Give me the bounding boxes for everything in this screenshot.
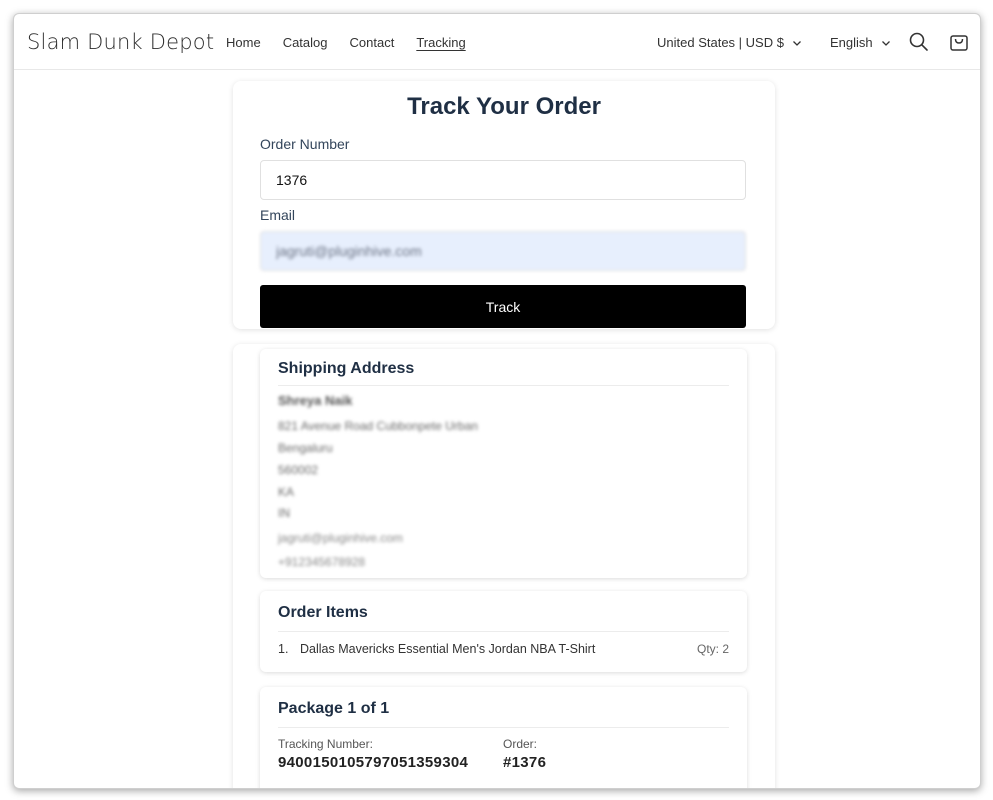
shipping-address-card: Shipping Address Shreya Naik 821 Avenue … (260, 349, 747, 578)
chevron-down-icon (881, 40, 890, 46)
address-postal: 560002 (278, 463, 319, 477)
currency-label: United States | USD $ (657, 35, 784, 50)
address-city: Bengaluru (278, 441, 333, 455)
address-state: KA (278, 485, 295, 499)
list-item: 1. Dallas Mavericks Essential Men's Jord… (278, 642, 729, 656)
nav-tracking[interactable]: Tracking (416, 35, 465, 50)
main-nav: Home Catalog Contact Tracking (226, 35, 488, 50)
order-items-card: Order Items 1. Dallas Mavericks Essentia… (260, 591, 747, 672)
search-icon[interactable] (908, 31, 930, 53)
address-phone: +912345678928 (278, 555, 366, 569)
brand-logo[interactable]: Slam Dunk Depot (27, 30, 214, 54)
order-value: #1376 (503, 754, 547, 771)
recipient-name: Shreya Naik (278, 393, 353, 408)
shipping-address-title: Shipping Address (278, 360, 415, 377)
form-title: Track Your Order (407, 93, 601, 120)
track-order-form: Track Your Order Order Number Email Trac… (233, 81, 775, 329)
chevron-down-icon (792, 40, 801, 46)
language-label: English (830, 35, 873, 50)
package-title: Package 1 of 1 (278, 700, 390, 717)
site-header: Slam Dunk Depot Home Catalog Contact Tra… (14, 14, 980, 70)
item-name: Dallas Mavericks Essential Men's Jordan … (300, 642, 596, 656)
item-qty: Qty: 2 (696, 642, 729, 656)
language-selector[interactable]: English (830, 35, 891, 50)
divider (278, 727, 729, 728)
order-label: Order: (503, 737, 538, 751)
address-line: 821 Avenue Road Cubbonpete Urban (278, 419, 478, 433)
currency-selector[interactable]: United States | USD $ (657, 35, 802, 50)
package-card: Package 1 of 1 Tracking Number: 94001501… (260, 687, 747, 788)
track-button[interactable]: Track (260, 285, 746, 328)
email-input[interactable] (260, 231, 746, 271)
tracking-number-value: 9400150105797051359304 (278, 754, 469, 771)
cart-icon[interactable] (948, 31, 970, 53)
address-email: jagruti@pluginhive.com (278, 531, 403, 545)
address-country: IN (278, 506, 290, 520)
order-number-label: Order Number (260, 136, 350, 152)
divider (278, 631, 729, 632)
tracking-number-label: Tracking Number: (278, 737, 373, 751)
nav-home[interactable]: Home (226, 35, 261, 50)
divider (278, 385, 729, 386)
item-index: 1. (278, 642, 289, 656)
nav-contact[interactable]: Contact (350, 35, 395, 50)
browser-window: Slam Dunk Depot Home Catalog Contact Tra… (13, 13, 981, 789)
nav-catalog[interactable]: Catalog (283, 35, 328, 50)
order-number-input[interactable] (260, 160, 746, 200)
email-label: Email (260, 207, 296, 223)
order-items-title: Order Items (278, 604, 368, 621)
tracking-results: Shipping Address Shreya Naik 821 Avenue … (233, 344, 775, 788)
